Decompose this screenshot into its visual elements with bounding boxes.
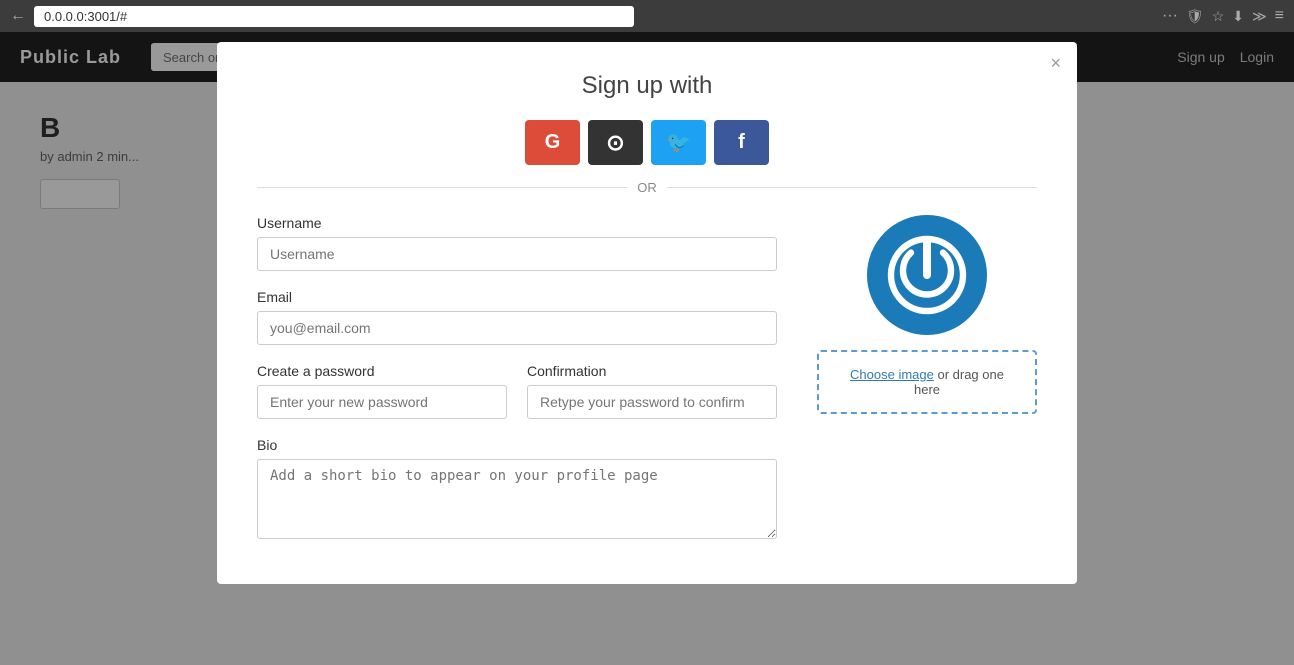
twitter-signup-button[interactable]: 🐦 [651, 120, 706, 165]
twitter-icon: 🐦 [666, 130, 691, 155]
bio-textarea[interactable] [257, 459, 777, 539]
password-label: Create a password [257, 363, 507, 379]
email-label: Email [257, 289, 777, 305]
browser-menu-icon[interactable]: ··· [1162, 7, 1178, 25]
facebook-icon: f [738, 131, 745, 154]
password-row: Create a password Confirmation [257, 363, 777, 419]
modal-overlay: × Sign up with G ⊙ 🐦 f OR [0, 32, 1294, 665]
facebook-signup-button[interactable]: f [714, 120, 769, 165]
github-signup-button[interactable]: ⊙ [588, 120, 643, 165]
username-label: Username [257, 215, 777, 231]
google-icon: G [545, 131, 561, 154]
image-upload-area[interactable]: Choose image or drag one here [817, 350, 1037, 414]
email-group: Email [257, 289, 777, 345]
bio-label: Bio [257, 437, 777, 453]
signup-modal: × Sign up with G ⊙ 🐦 f OR [217, 42, 1077, 584]
confirm-group: Confirmation [527, 363, 777, 419]
confirm-input[interactable] [527, 385, 777, 419]
github-icon: ⊙ [606, 130, 624, 156]
username-group: Username [257, 215, 777, 271]
email-input[interactable] [257, 311, 777, 345]
choose-image-link[interactable]: Choose image [850, 367, 934, 382]
browser-shield-icon: 🛡 [1186, 8, 1204, 25]
browser-star-icon[interactable]: ☆ [1212, 8, 1225, 25]
or-divider: OR [257, 180, 1037, 195]
social-buttons-row: G ⊙ 🐦 f [257, 120, 1037, 165]
browser-hamburger-icon[interactable]: ≡ [1275, 7, 1284, 25]
or-text: OR [637, 180, 657, 195]
bio-group: Bio [257, 437, 777, 544]
page-background: Public Lab 🔍 Get Involved About us Store… [0, 32, 1294, 665]
confirm-label: Confirmation [527, 363, 777, 379]
google-signup-button[interactable]: G [525, 120, 580, 165]
form-section: Username Email Create a password [257, 215, 777, 554]
power-icon [887, 235, 967, 315]
browser-download-icon[interactable]: ⬇ [1232, 8, 1244, 25]
modal-close-button[interactable]: × [1050, 54, 1061, 72]
avatar-section: Choose image or drag one here [817, 215, 1037, 554]
password-input[interactable] [257, 385, 507, 419]
modal-title: Sign up with [257, 72, 1037, 100]
username-input[interactable] [257, 237, 777, 271]
avatar [867, 215, 987, 335]
modal-columns: Username Email Create a password [257, 215, 1037, 554]
browser-url[interactable]: 0.0.0.0:3001/# [34, 6, 634, 27]
browser-chrome: ← 0.0.0.0:3001/# ··· 🛡 ☆ ⬇ ≫ ≡ [0, 0, 1294, 32]
password-group: Create a password [257, 363, 507, 419]
browser-extend-icon[interactable]: ≫ [1252, 8, 1267, 25]
browser-back[interactable]: ← [10, 7, 26, 25]
